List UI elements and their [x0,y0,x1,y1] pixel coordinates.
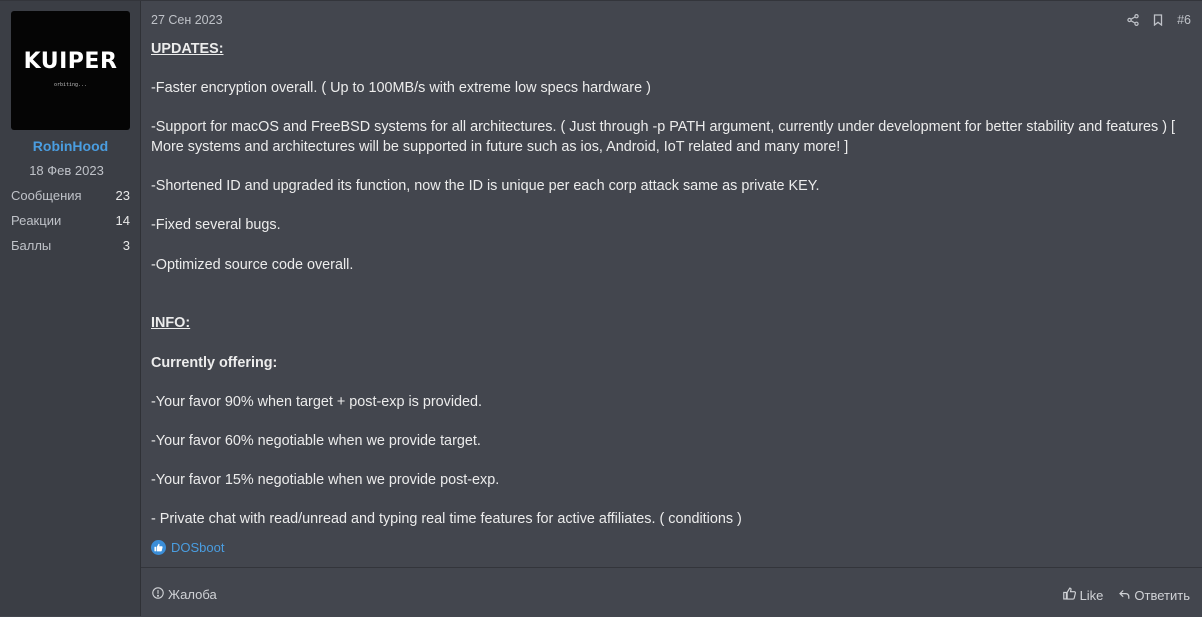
like-label: Like [1079,587,1104,603]
info-heading: INFO: [151,315,191,331]
reply-button[interactable]: Ответить [1119,588,1190,603]
offering-item: -Your favor 15% negotiable when we provi… [151,472,500,488]
alert-circle-icon [152,587,164,602]
thumbs-up-icon [1062,587,1076,603]
update-item: -Faster encryption overall. ( Up to 100M… [151,80,651,96]
stat-value: 3 [122,238,130,253]
post-header-actions: #6 [1127,13,1191,27]
bookmark-icon[interactable] [1153,14,1163,26]
like-button[interactable]: Like [1062,587,1104,603]
join-date: 18 Фев 2023 [29,163,104,178]
reactions-bar: DOSboot [151,540,224,555]
offering-item: -Your favor 90% when target + post-exp i… [151,394,483,410]
update-item: -Shortened ID and upgraded its function,… [151,178,820,194]
stat-label: Реакции [11,213,62,228]
offering-heading: Currently offering: [151,355,278,371]
update-item: -Fixed several bugs. [151,217,281,233]
post-footer: Жалоба Like Ответить [141,567,1202,617]
stat-reactions: Реакции 14 [11,213,130,228]
avatar-logo-text: KUIPER [23,49,118,74]
stat-label: Сообщения [11,188,82,203]
update-item: -Support for macOS and FreeBSD systems f… [151,119,1176,155]
report-label: Жалоба [168,587,217,602]
user-info-panel: KUIPER orbiting... RobinHood 18 Фев 2023… [0,1,141,616]
share-icon[interactable] [1127,14,1139,26]
post-actions: Like Ответить [1062,587,1190,603]
post-number-link[interactable]: #6 [1177,13,1191,27]
update-item: -Optimized source code overall. [151,257,354,273]
offering-item: -Your favor 60% negotiable when we provi… [151,433,481,449]
stat-value: 14 [115,213,130,228]
stat-value: 23 [115,188,130,203]
stat-points: Баллы 3 [11,238,130,253]
thumbs-up-icon [151,540,166,555]
report-button[interactable]: Жалоба [152,587,217,602]
forum-post: KUIPER orbiting... RobinHood 18 Фев 2023… [0,0,1202,616]
reply-label: Ответить [1134,587,1190,603]
stat-label: Баллы [11,238,52,253]
updates-heading: UPDATES: [151,41,224,57]
reaction-user-link[interactable]: DOSboot [171,540,224,555]
username-link[interactable]: RobinHood [0,138,141,154]
avatar-subtext: orbiting... [53,82,88,88]
post-main: 27 Сен 2023 #6 UPDATES: -Faster encrypti… [141,1,1202,616]
post-date[interactable]: 27 Сен 2023 [151,13,223,27]
stat-messages: Сообщения 23 [11,188,130,203]
reply-arrow-icon [1119,588,1130,603]
avatar[interactable]: KUIPER orbiting... [11,11,130,130]
offering-item: - Private chat with read/unread and typi… [151,511,742,527]
